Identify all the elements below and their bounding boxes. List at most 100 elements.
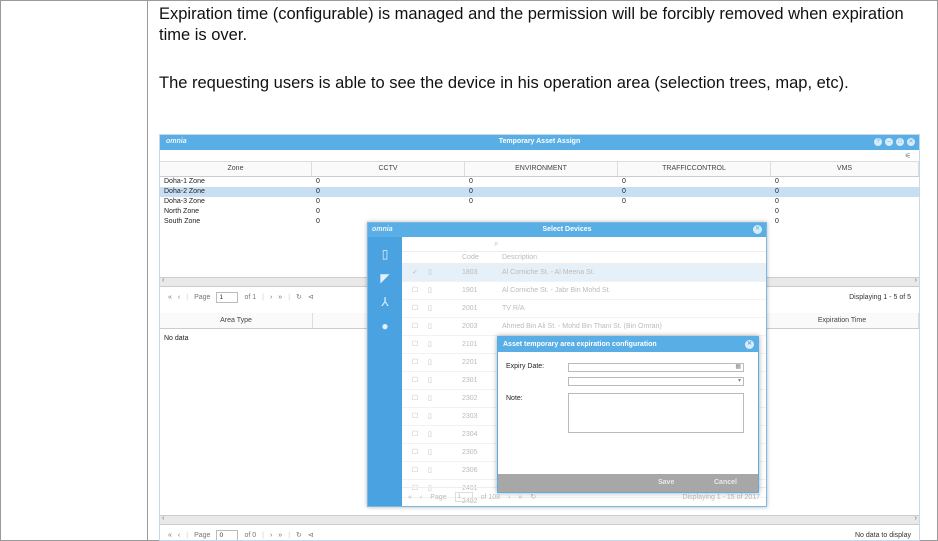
expiry-time-select[interactable]: ▾ bbox=[568, 377, 744, 386]
area-grid-pager: « ‹ | Page 0 of 0 | › » | ↻ ⊲ No data to… bbox=[168, 529, 911, 540]
table-row[interactable]: North Zone 0 0 bbox=[160, 207, 919, 217]
camera-icon[interactable]: ◤ bbox=[368, 271, 402, 285]
device-code: 2305 bbox=[462, 449, 478, 456]
refresh-icon[interactable]: ↻ bbox=[296, 293, 302, 301]
checkbox[interactable]: ☐ bbox=[402, 336, 428, 353]
temporary-asset-assign-window: omnia Temporary Asset Assign ? – □ ✕ ⚟ Z… bbox=[159, 134, 920, 541]
device-icon: ▯ bbox=[428, 287, 432, 294]
first-page-icon[interactable]: « bbox=[168, 532, 172, 539]
last-page-icon[interactable]: » bbox=[278, 294, 282, 301]
search-icon[interactable]: ⌕ bbox=[494, 239, 498, 249]
column-cctv[interactable]: CCTV bbox=[312, 162, 465, 176]
device-code: 2001 bbox=[462, 305, 478, 312]
zone-grid-header: Zone CCTV ENVIRONMENT TRAFFICCONTROL VMS bbox=[160, 162, 919, 177]
last-page-icon[interactable]: » bbox=[518, 494, 522, 501]
device-icon: ▯ bbox=[428, 467, 432, 474]
scroll-left-icon[interactable]: ‹ bbox=[162, 277, 164, 284]
sensor-icon[interactable]: ● bbox=[368, 319, 402, 333]
traffic-light-icon[interactable]: ▯ bbox=[368, 247, 402, 261]
save-button[interactable]: Save bbox=[658, 479, 674, 486]
prev-page-icon[interactable]: ‹ bbox=[420, 494, 422, 501]
network-icon[interactable]: ⅄ bbox=[368, 295, 402, 309]
device-code: 2301 bbox=[462, 377, 478, 384]
clear-filter-icon[interactable]: ⊲ bbox=[308, 293, 314, 301]
page-of-label: of 108 bbox=[480, 493, 501, 501]
cell-environment: 0 bbox=[469, 198, 473, 205]
checkbox[interactable]: ☐ bbox=[402, 408, 428, 425]
minimize-icon[interactable]: – bbox=[885, 138, 893, 146]
first-page-icon[interactable]: « bbox=[408, 494, 412, 501]
scroll-right-icon[interactable]: › bbox=[915, 515, 917, 522]
device-code: 2302 bbox=[462, 395, 478, 402]
close-icon[interactable]: ✕ bbox=[907, 138, 915, 146]
list-item[interactable]: ✓ ▯ 1803 Al Corniche St. - Al Meena St. bbox=[402, 264, 766, 282]
cell-environment: 0 bbox=[469, 178, 473, 185]
checkbox[interactable]: ☐ bbox=[402, 426, 428, 443]
prev-page-icon[interactable]: ‹ bbox=[178, 294, 180, 301]
table-row[interactable]: Doha-1 Zone 0 0 0 0 bbox=[160, 177, 919, 187]
column-zone[interactable]: Zone bbox=[160, 162, 312, 176]
note-textarea[interactable] bbox=[568, 393, 744, 433]
device-code: 1803 bbox=[462, 269, 478, 276]
close-icon[interactable]: ✕ bbox=[753, 225, 762, 234]
column-code[interactable]: Code bbox=[462, 252, 502, 263]
next-page-icon[interactable]: › bbox=[270, 294, 272, 301]
paragraph-visibility: The requesting users is able to see the … bbox=[159, 74, 849, 92]
dialog-titlebar: Asset temporary area expiration configur… bbox=[498, 337, 758, 352]
column-description[interactable]: Description bbox=[502, 252, 537, 263]
list-item[interactable]: ☐ ▯ 1901 Al Corniche St. - Jabr Bin Mohd St… bbox=[402, 282, 766, 300]
checkbox[interactable]: ☐ bbox=[402, 444, 428, 461]
table-row-selected[interactable]: Doha-2 Zone 0 0 0 0 bbox=[160, 187, 919, 197]
page-of-label: of 0 bbox=[244, 531, 257, 539]
expiry-date-label: Expiry Date: bbox=[506, 363, 545, 370]
list-item[interactable]: ☐ ▯ 2001 TV R/A bbox=[402, 300, 766, 318]
column-area-type[interactable]: Area Type bbox=[160, 313, 313, 328]
device-icon: ▯ bbox=[428, 269, 432, 276]
next-page-icon[interactable]: › bbox=[270, 532, 272, 539]
refresh-icon[interactable]: ↻ bbox=[296, 531, 302, 539]
close-icon[interactable]: ✕ bbox=[745, 340, 754, 349]
checkbox[interactable]: ☐ bbox=[402, 282, 428, 299]
checkbox[interactable]: ☐ bbox=[402, 300, 428, 317]
clear-filter-icon[interactable]: ⊲ bbox=[308, 531, 314, 539]
list-item[interactable]: ☐ ▯ 2003 Ahmed Bin Ali St. - Mohd Bin Thani… bbox=[402, 318, 766, 336]
filter-icon[interactable]: ⚟ bbox=[905, 152, 911, 160]
checkbox[interactable]: ☐ bbox=[402, 462, 428, 479]
next-page-icon[interactable]: › bbox=[508, 494, 510, 501]
column-environment[interactable]: ENVIRONMENT bbox=[465, 162, 618, 176]
page-input[interactable]: 1 bbox=[216, 291, 239, 303]
checkbox[interactable]: ✓ bbox=[402, 264, 428, 281]
device-code: 2304 bbox=[462, 431, 478, 438]
calendar-icon[interactable]: ▦ bbox=[735, 363, 741, 370]
checkbox[interactable]: ☐ bbox=[402, 372, 428, 389]
cancel-button[interactable]: Cancel bbox=[714, 479, 737, 486]
scroll-right-icon[interactable]: › bbox=[915, 277, 917, 284]
cell-zone: Doha-2 Zone bbox=[164, 188, 205, 195]
checkbox[interactable]: ☐ bbox=[402, 318, 428, 335]
scroll-left-icon[interactable]: ‹ bbox=[162, 515, 164, 522]
cell-cctv: 0 bbox=[316, 188, 320, 195]
help-icon[interactable]: ? bbox=[874, 138, 882, 146]
column-expiration-time[interactable]: Expiration Time bbox=[766, 313, 919, 328]
column-vms[interactable]: VMS bbox=[771, 162, 919, 176]
horizontal-scrollbar-bottom[interactable]: ‹ › bbox=[160, 515, 919, 525]
first-page-icon[interactable]: « bbox=[168, 294, 172, 301]
device-search[interactable]: ⌕ bbox=[402, 237, 766, 252]
device-icon: ▯ bbox=[428, 395, 432, 402]
chevron-down-icon[interactable]: ▾ bbox=[738, 377, 741, 384]
table-row[interactable]: Doha-3 Zone 0 0 0 0 bbox=[160, 197, 919, 207]
checkbox[interactable]: ☐ bbox=[402, 390, 428, 407]
column-trafficcontrol[interactable]: TRAFFICCONTROL bbox=[618, 162, 771, 176]
window-titlebar: omnia Temporary Asset Assign ? – □ ✕ bbox=[160, 135, 919, 150]
page-input[interactable]: 0 bbox=[216, 529, 239, 540]
refresh-icon[interactable]: ↻ bbox=[530, 493, 536, 501]
device-code: 2201 bbox=[462, 359, 478, 366]
maximize-icon[interactable]: □ bbox=[896, 138, 904, 146]
grid-toolbar: ⚟ bbox=[160, 150, 919, 162]
expiry-date-field[interactable]: ▦ bbox=[568, 363, 744, 372]
prev-page-icon[interactable]: ‹ bbox=[178, 532, 180, 539]
page-input[interactable]: 1 bbox=[454, 492, 473, 502]
page-of-label: of 1 bbox=[244, 293, 257, 301]
last-page-icon[interactable]: » bbox=[278, 532, 282, 539]
checkbox[interactable]: ☐ bbox=[402, 354, 428, 371]
